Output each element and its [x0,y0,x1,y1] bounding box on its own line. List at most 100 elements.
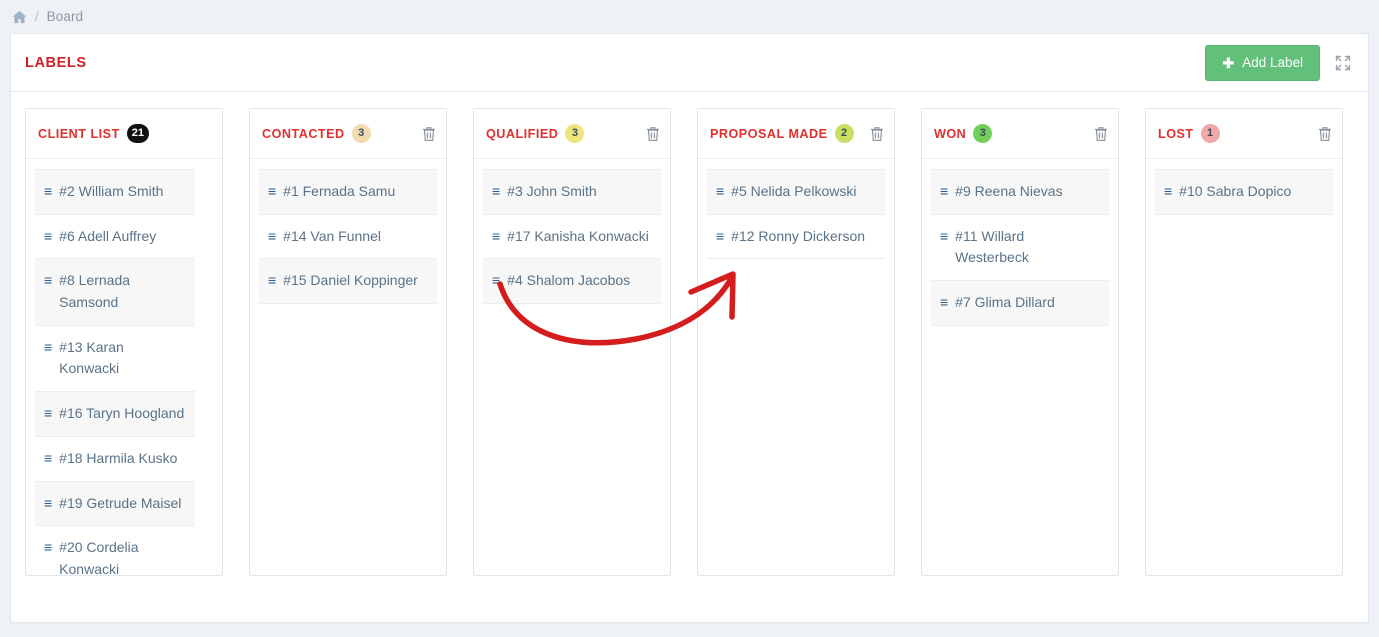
drag-handle-icon[interactable]: ≡ [492,226,500,247]
drag-handle-icon[interactable]: ≡ [716,181,724,202]
drag-handle-icon[interactable]: ≡ [44,181,52,202]
drag-handle-icon[interactable]: ≡ [940,292,948,313]
board-card[interactable]: ≡ #19 Getrude Maisel [35,480,195,527]
drag-handle-icon[interactable]: ≡ [1164,181,1172,202]
board-card-label: #2 William Smith [59,183,164,199]
board-card-label: #19 Getrude Maisel [59,494,182,511]
board-card[interactable]: ≡ #14 Van Funnel [259,213,437,260]
drag-handle-icon[interactable]: ≡ [268,226,276,247]
board-card-label: #8 Lernada Samsond [59,272,131,311]
breadcrumb-separator: / [35,9,39,24]
column-header: PROPOSAL MADE 2 [698,109,894,159]
column-header: QUALIFIED 3 [474,109,670,159]
board-card[interactable]: ≡ #16 Taryn Hoogland [35,391,195,437]
board-card[interactable]: ≡ #2 William Smith [35,169,195,215]
drag-handle-icon[interactable]: ≡ [44,537,52,558]
board-card[interactable]: ≡ #8 Lernada Samsond [35,258,195,326]
column-title: WON [934,126,967,141]
add-label-button-label: Add Label [1242,55,1303,70]
add-label-button[interactable]: ✚ Add Label [1205,44,1320,81]
drag-handle-icon[interactable]: ≡ [44,270,52,291]
drag-handle-icon[interactable]: ≡ [492,181,500,202]
column-header: CONTACTED 3 [250,109,446,159]
drag-handle-icon[interactable]: ≡ [268,270,276,291]
board-card[interactable]: ≡ #9 Reena Nievas [931,169,1109,215]
board-card-label: #4 Shalom Jacobos [507,272,631,289]
panel-header: LABELS ✚ Add Label [11,34,1368,92]
board-card[interactable]: ≡ #17 Kanisha Konwacki [483,213,661,260]
drag-handle-icon[interactable]: ≡ [268,181,276,202]
delete-column-icon[interactable] [422,126,436,142]
delete-column-icon[interactable] [870,126,884,142]
column-title: QUALIFIED [486,126,559,141]
board-card[interactable]: ≡ #6 Adell Auffrey [35,213,195,260]
column-card-list: ≡ #10 Sabra Dopico [1146,159,1342,359]
column-header: WON 3 [922,109,1118,159]
page-title: LABELS [25,54,87,71]
board-column: CLIENT LIST 21 ≡ #2 William Smith ≡ #6 Adell … [25,108,223,576]
column-card-list: ≡ #9 Reena Nievas ≡ #11 Willard Westerbeck ≡… [922,159,1118,359]
drag-handle-icon[interactable]: ≡ [492,270,500,291]
kanban-board: CLIENT LIST 21 ≡ #2 William Smith ≡ #6 Adell … [11,92,1368,576]
board-card[interactable]: ≡ #20 Cordelia Konwacki [35,525,195,575]
column-card-list[interactable]: ≡ #2 William Smith ≡ #6 Adell Auffrey ≡ #8 Le… [26,159,222,575]
column-card-list: ≡ #1 Fernada Samu ≡ #14 Van Funnel ≡ #15 Dani… [250,159,446,359]
drag-handle-icon[interactable]: ≡ [44,448,52,469]
board-card[interactable]: ≡ #13 Karan Konwacki [35,324,195,393]
drag-handle-icon[interactable]: ≡ [44,493,52,514]
board-card-label: #16 Taryn Hoogland [59,405,185,422]
board-card[interactable]: ≡ #1 Fernada Samu [259,169,437,215]
expand-icon[interactable] [1334,54,1352,72]
home-icon[interactable] [12,10,27,24]
board-card[interactable]: ≡ #3 John Smith [483,169,661,215]
delete-column-icon[interactable] [1318,126,1332,142]
delete-column-icon[interactable] [646,126,660,142]
breadcrumb-item-board[interactable]: Board [47,9,84,24]
column-count-badge: 3 [973,124,993,143]
drag-handle-icon[interactable]: ≡ [940,181,948,202]
delete-column-icon[interactable] [1094,126,1108,142]
drag-handle-icon[interactable]: ≡ [716,226,724,247]
board-column: PROPOSAL MADE 2 ≡ #5 Nelida Pelkowski ≡ #12 R… [697,108,895,576]
board-card-label: #9 Reena Nievas [955,183,1063,199]
drag-handle-icon[interactable]: ≡ [44,337,52,358]
board-card-label: #3 John Smith [507,183,597,199]
drag-handle-icon[interactable]: ≡ [940,226,948,247]
board-card[interactable]: ≡ #10 Sabra Dopico [1155,169,1333,215]
column-count-badge: 1 [1200,124,1220,143]
board-card-label: #6 Adell Auffrey [59,227,157,244]
board-card-label: #14 Van Funnel [283,227,381,244]
board-card-label: #13 Karan Konwacki [59,338,124,377]
plus-icon: ✚ [1222,54,1235,71]
board-card[interactable]: ≡ #11 Willard Westerbeck [931,213,1109,282]
breadcrumb: / Board [0,0,1379,33]
board-card[interactable]: ≡ #7 Glima Dillard [931,280,1109,326]
board-card[interactable]: ≡ #15 Daniel Koppinger [259,258,437,305]
column-title: LOST [1158,126,1194,141]
column-title: CONTACTED [262,126,345,141]
board-card-label: #11 Willard Westerbeck [955,227,1029,266]
board-card-label: #15 Daniel Koppinger [283,272,418,289]
column-count-badge: 3 [351,124,371,143]
board-card-label: #1 Fernada Samu [283,183,396,199]
board-card-label: #5 Nelida Pelkowski [731,183,857,199]
board-card[interactable]: ≡ #5 Nelida Pelkowski [707,169,885,215]
board-column: CONTACTED 3 ≡ #1 Fernada Samu ≡ #14 Van Funne… [249,108,447,576]
column-count-badge: 3 [565,124,585,143]
board-card[interactable]: ≡ #18 Harmila Kusko [35,435,195,482]
board-column: LOST 1 ≡ #10 Sabra Dopico [1145,108,1343,576]
board-card-label: #7 Glima Dillard [955,294,1055,311]
column-card-list: ≡ #5 Nelida Pelkowski ≡ #12 Ronny Dickerson [698,159,894,359]
column-count-badge: 21 [126,124,150,143]
board-card-label: #12 Ronny Dickerson [731,227,866,244]
board-card-label: #18 Harmila Kusko [59,449,178,466]
board-card-label: #10 Sabra Dopico [1179,183,1292,199]
drag-handle-icon[interactable]: ≡ [44,226,52,247]
column-header: LOST 1 [1146,109,1342,159]
board-card-label: #20 Cordelia Konwacki [59,539,139,575]
column-card-list: ≡ #3 John Smith ≡ #17 Kanisha Konwacki ≡ #4 S… [474,159,670,359]
board-card[interactable]: ≡ #4 Shalom Jacobos [483,258,661,305]
board-card-label: #17 Kanisha Konwacki [507,227,649,244]
board-card[interactable]: ≡ #12 Ronny Dickerson [707,213,885,260]
drag-handle-icon[interactable]: ≡ [44,403,52,424]
